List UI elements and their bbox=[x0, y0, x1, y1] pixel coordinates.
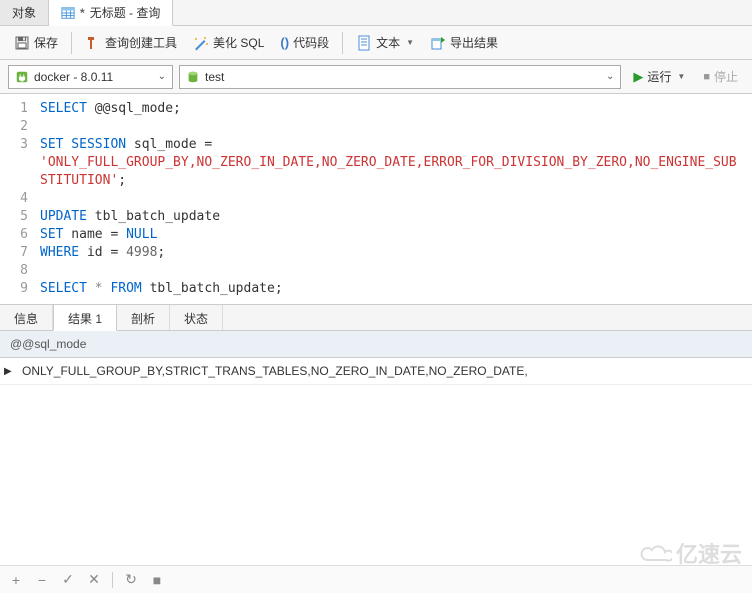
line-number: 6 bbox=[0, 226, 40, 244]
code-text: id = bbox=[79, 245, 126, 260]
code-text: tbl_batch_update bbox=[87, 209, 220, 224]
save-icon bbox=[14, 35, 30, 51]
export-label: 导出结果 bbox=[450, 34, 498, 51]
keyword: UPDATE bbox=[40, 209, 87, 224]
cell-value: ONLY_FULL_GROUP_BY,STRICT_TRANS_TABLES,N… bbox=[16, 364, 534, 378]
code-text: ; bbox=[118, 173, 126, 188]
play-icon: ▶ bbox=[633, 69, 643, 85]
database-name: test bbox=[205, 70, 224, 84]
line-number: 5 bbox=[0, 208, 40, 226]
keyword: SELECT bbox=[40, 281, 87, 296]
database-icon bbox=[186, 70, 200, 84]
code-text: name = bbox=[63, 227, 126, 242]
save-button[interactable]: 保存 bbox=[8, 31, 64, 54]
separator bbox=[112, 572, 113, 588]
string-literal: 'ONLY_FULL_GROUP_BY,NO_ZERO_IN_DATE,NO_Z… bbox=[40, 155, 737, 188]
keyword: NULL bbox=[126, 227, 157, 242]
header-label: @@sql_mode bbox=[10, 337, 86, 351]
connection-bar: docker - 8.0.11 ⌄ test ⌄ ▶ 运行 ▼ ■ 停止 bbox=[0, 60, 752, 94]
keyword: WHERE bbox=[40, 245, 79, 260]
text-label: 文本 bbox=[376, 34, 400, 51]
database-selector[interactable]: test ⌄ bbox=[179, 65, 621, 89]
chevron-down-icon: ▼ bbox=[406, 38, 414, 47]
hammer-icon bbox=[85, 35, 101, 51]
result-grid: @@sql_mode ▶ ONLY_FULL_GROUP_BY,STRICT_T… bbox=[0, 331, 752, 385]
tab-objects-label: 对象 bbox=[12, 4, 36, 21]
tab-status[interactable]: 状态 bbox=[170, 305, 223, 330]
keyword: SELECT bbox=[40, 101, 87, 116]
beautify-button[interactable]: 美化 SQL bbox=[187, 31, 270, 54]
snippets-label: 代码段 bbox=[293, 34, 329, 51]
line-number: 9 bbox=[0, 280, 40, 298]
number-literal: 4998 bbox=[126, 245, 157, 260]
modified-marker: * bbox=[80, 6, 85, 20]
sql-editor[interactable]: 1SELECT @@sql_mode; 2 3SET SESSION sql_m… bbox=[0, 94, 752, 305]
export-icon bbox=[430, 35, 446, 51]
tab-query[interactable]: * 无标题 - 查询 bbox=[49, 0, 173, 26]
code-text: @@sql_mode; bbox=[87, 101, 181, 116]
cloud-icon bbox=[640, 542, 672, 564]
line-number: 4 bbox=[0, 190, 40, 208]
column-header[interactable]: @@sql_mode bbox=[0, 331, 752, 358]
code-text: * bbox=[87, 281, 110, 296]
chevron-down-icon: ▼ bbox=[677, 72, 685, 81]
stop-button[interactable]: ■ 停止 bbox=[697, 65, 744, 88]
connection-name: docker - 8.0.11 bbox=[34, 70, 113, 84]
add-row-button[interactable]: + bbox=[8, 572, 24, 588]
run-button[interactable]: ▶ 运行 ▼ bbox=[627, 65, 691, 88]
row-marker-icon: ▶ bbox=[4, 366, 16, 377]
code-text: tbl_batch_update; bbox=[142, 281, 283, 296]
tab-profile[interactable]: 剖析 bbox=[117, 305, 170, 330]
keyword: FROM bbox=[110, 281, 141, 296]
beautify-label: 美化 SQL bbox=[213, 34, 264, 51]
run-label: 运行 bbox=[647, 68, 671, 85]
tab-info[interactable]: 信息 bbox=[0, 305, 53, 330]
tab-label: 信息 bbox=[14, 312, 38, 326]
parentheses-icon: () bbox=[280, 35, 289, 50]
table-icon bbox=[61, 6, 75, 20]
refresh-button[interactable]: ↻ bbox=[123, 571, 139, 588]
bottom-toolbar: + − ✓ ✕ ↻ ■ bbox=[0, 565, 752, 593]
tab-label: 结果 1 bbox=[68, 312, 102, 326]
table-row[interactable]: ▶ ONLY_FULL_GROUP_BY,STRICT_TRANS_TABLES… bbox=[0, 358, 752, 385]
stop-icon: ■ bbox=[703, 71, 710, 83]
tab-objects[interactable]: 对象 bbox=[0, 0, 49, 25]
toolbar: 保存 查询创建工具 美化 SQL () 代码段 文本 ▼ 导出结果 bbox=[0, 26, 752, 60]
save-label: 保存 bbox=[34, 34, 58, 51]
tab-query-label: 无标题 - 查询 bbox=[90, 4, 161, 21]
keyword: SET SESSION bbox=[40, 137, 126, 152]
line-number bbox=[0, 154, 40, 190]
separator bbox=[342, 32, 343, 54]
stop-refresh-button[interactable]: ■ bbox=[149, 572, 165, 588]
top-tabs: 对象 * 无标题 - 查询 bbox=[0, 0, 752, 26]
result-tabs: 信息 结果 1 剖析 状态 bbox=[0, 305, 752, 331]
tab-label: 状态 bbox=[184, 312, 208, 326]
code-text: ; bbox=[157, 245, 165, 260]
document-icon bbox=[356, 35, 372, 51]
query-builder-button[interactable]: 查询创建工具 bbox=[79, 31, 183, 54]
wand-icon bbox=[193, 35, 209, 51]
keyword: SET bbox=[40, 227, 63, 242]
tab-label: 剖析 bbox=[131, 312, 155, 326]
cancel-button[interactable]: ✕ bbox=[86, 571, 102, 588]
line-number: 1 bbox=[0, 100, 40, 118]
line-number: 8 bbox=[0, 262, 40, 280]
line-number: 2 bbox=[0, 118, 40, 136]
delete-row-button[interactable]: − bbox=[34, 572, 50, 588]
line-number: 7 bbox=[0, 244, 40, 262]
code-text: sql_mode = bbox=[126, 137, 220, 152]
stop-label: 停止 bbox=[714, 68, 738, 85]
connection-selector[interactable]: docker - 8.0.11 ⌄ bbox=[8, 65, 173, 89]
query-builder-label: 查询创建工具 bbox=[105, 34, 177, 51]
chevron-down-icon: ⌄ bbox=[606, 71, 614, 82]
tab-result-1[interactable]: 结果 1 bbox=[53, 304, 117, 331]
apply-button[interactable]: ✓ bbox=[60, 571, 76, 588]
line-number: 3 bbox=[0, 136, 40, 154]
chevron-down-icon: ⌄ bbox=[158, 71, 166, 82]
export-button[interactable]: 导出结果 bbox=[424, 31, 504, 54]
text-button[interactable]: 文本 ▼ bbox=[350, 31, 420, 54]
plug-icon bbox=[15, 70, 29, 84]
snippets-button[interactable]: () 代码段 bbox=[274, 31, 335, 54]
separator bbox=[71, 32, 72, 54]
